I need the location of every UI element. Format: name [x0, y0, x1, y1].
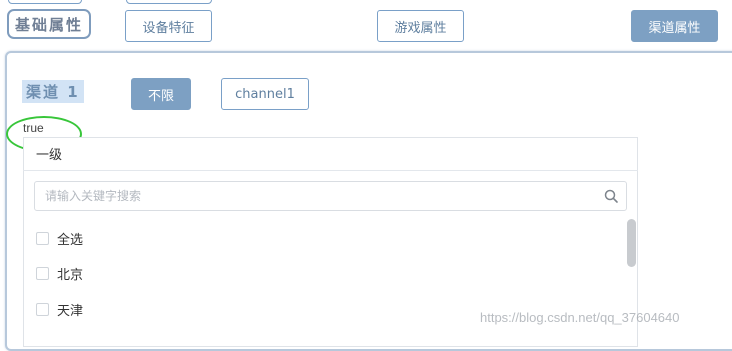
tab-channel-attributes[interactable]: 渠道属性: [631, 10, 718, 42]
channel-label: 渠道 1: [22, 80, 84, 103]
option-beijing[interactable]: 北京: [36, 264, 84, 283]
search-icon[interactable]: [603, 188, 619, 204]
option-unlimited-button[interactable]: 不限: [131, 78, 191, 110]
basic-attributes-title: 基础属性: [7, 9, 91, 39]
select-all-checkbox[interactable]: [36, 231, 49, 245]
top-cut-button-mid[interactable]: [126, 0, 212, 4]
dropdown-level-title: 一级: [23, 137, 638, 171]
option-select-all[interactable]: 全选: [36, 229, 84, 248]
option-tianjin[interactable]: 天津: [36, 300, 84, 319]
option-channel1-button[interactable]: channel1: [221, 78, 309, 110]
option-label: 全选: [57, 232, 84, 248]
search-input[interactable]: [43, 188, 587, 204]
tab-game-attributes[interactable]: 游戏属性: [377, 10, 464, 42]
beijing-checkbox[interactable]: [36, 266, 49, 280]
dropdown-scrollbar[interactable]: [627, 219, 636, 267]
tianjin-checkbox[interactable]: [36, 302, 49, 316]
top-cut-button-left[interactable]: [8, 0, 82, 4]
tab-device-features[interactable]: 设备特征: [125, 10, 212, 42]
watermark-text: https://blog.csdn.net/qq_37604640: [480, 310, 680, 325]
option-label: 北京: [57, 267, 84, 283]
search-box[interactable]: [34, 181, 627, 211]
option-label: 天津: [57, 303, 84, 319]
